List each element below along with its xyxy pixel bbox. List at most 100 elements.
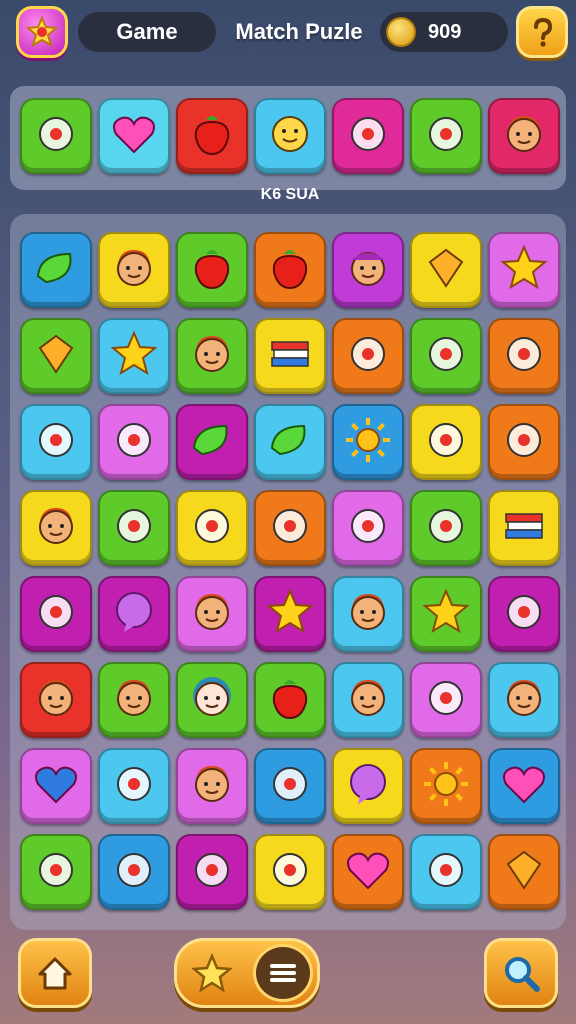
board-tile[interactable]: [176, 748, 248, 824]
game-board: [10, 214, 566, 930]
board-tile[interactable]: [488, 834, 560, 910]
temple-icon: [498, 586, 550, 643]
board-tile[interactable]: [332, 576, 404, 652]
board-tile[interactable]: [20, 232, 92, 308]
board-tile[interactable]: [98, 232, 170, 308]
board-tile[interactable]: [176, 490, 248, 566]
board-tile[interactable]: [410, 576, 482, 652]
coin-counter: 909: [380, 12, 508, 52]
board-tile[interactable]: [332, 662, 404, 738]
menu-button[interactable]: [253, 944, 313, 1002]
target-tile[interactable]: [20, 98, 92, 174]
board-tile[interactable]: [98, 834, 170, 910]
target-tile[interactable]: [176, 98, 248, 174]
target-tile[interactable]: [98, 98, 170, 174]
board-tile[interactable]: [410, 490, 482, 566]
face-hair-icon: [186, 672, 238, 729]
board-tile[interactable]: [410, 318, 482, 394]
board-tile[interactable]: [176, 232, 248, 308]
board-tile[interactable]: [98, 318, 170, 394]
cake-icon: [108, 844, 160, 901]
smiley-icon: [264, 108, 316, 165]
apple-icon: [264, 672, 316, 729]
board-tile[interactable]: [332, 404, 404, 480]
strip-label: K6 SUA: [260, 186, 320, 203]
board-tile[interactable]: [332, 748, 404, 824]
ribbon-icon: [420, 108, 472, 165]
board-tile[interactable]: [254, 834, 326, 910]
board-tile[interactable]: [20, 834, 92, 910]
board-tile[interactable]: [332, 318, 404, 394]
target-tile[interactable]: [488, 98, 560, 174]
sun-icon: [342, 414, 394, 471]
board-tile[interactable]: [488, 748, 560, 824]
board-tile[interactable]: [254, 748, 326, 824]
profile-button[interactable]: [16, 6, 68, 58]
board-tile[interactable]: [98, 662, 170, 738]
board-tile[interactable]: [98, 576, 170, 652]
board-tile[interactable]: [20, 662, 92, 738]
face-icon: [30, 500, 82, 557]
board-tile[interactable]: [488, 576, 560, 652]
page-title: Match Puzle: [235, 19, 363, 44]
board-tile[interactable]: [98, 404, 170, 480]
board-tile[interactable]: [254, 404, 326, 480]
search-button[interactable]: [484, 938, 558, 1008]
home-button[interactable]: [18, 938, 92, 1008]
face-icon: [498, 672, 550, 729]
board-tile[interactable]: [410, 232, 482, 308]
board-tile[interactable]: [254, 662, 326, 738]
board-tile[interactable]: [488, 232, 560, 308]
help-button[interactable]: [516, 6, 568, 58]
board-tile[interactable]: [410, 404, 482, 480]
board-tile[interactable]: [254, 232, 326, 308]
board-tile[interactable]: [98, 490, 170, 566]
face-icon: [186, 586, 238, 643]
star-badge-icon: [25, 15, 59, 48]
board-tile[interactable]: [332, 490, 404, 566]
sun-icon: [420, 758, 472, 815]
board-tile[interactable]: [176, 576, 248, 652]
board-tile[interactable]: [488, 318, 560, 394]
heart-icon: [342, 844, 394, 901]
board-tile[interactable]: [410, 662, 482, 738]
face-icon: [108, 672, 160, 729]
board-tile[interactable]: [332, 834, 404, 910]
board-tile[interactable]: [176, 404, 248, 480]
search-icon: [505, 957, 540, 992]
face-icon: [498, 108, 550, 165]
leaf-ball-icon: [264, 414, 316, 471]
menu-icon: [270, 964, 296, 982]
board-tile[interactable]: [176, 662, 248, 738]
heart-sprout-icon: [498, 414, 550, 471]
star-button[interactable]: [185, 947, 239, 999]
board-tile[interactable]: [488, 404, 560, 480]
board-tile[interactable]: [488, 490, 560, 566]
plant-icon: [186, 414, 238, 471]
game-label: Game: [78, 12, 216, 52]
target-tile[interactable]: [254, 98, 326, 174]
board-tile[interactable]: [20, 490, 92, 566]
milk-character-icon: [30, 108, 82, 165]
target-tile[interactable]: [410, 98, 482, 174]
board-tile[interactable]: [488, 662, 560, 738]
board-tile[interactable]: [410, 748, 482, 824]
bubble-icon: [342, 758, 394, 815]
board-tile[interactable]: [20, 748, 92, 824]
bubble-icon: [108, 586, 160, 643]
board-tile[interactable]: [176, 834, 248, 910]
target-tile[interactable]: [332, 98, 404, 174]
banana-icon: [264, 500, 316, 557]
board-tile[interactable]: [410, 834, 482, 910]
board-tile[interactable]: [20, 576, 92, 652]
board-tile[interactable]: [20, 404, 92, 480]
board-tile[interactable]: [20, 318, 92, 394]
lemon-icon: [420, 500, 472, 557]
board-tile[interactable]: [176, 318, 248, 394]
board-tile[interactable]: [98, 748, 170, 824]
books-icon: [498, 500, 550, 557]
board-tile[interactable]: [254, 576, 326, 652]
board-tile[interactable]: [254, 318, 326, 394]
board-tile[interactable]: [332, 232, 404, 308]
board-tile[interactable]: [254, 490, 326, 566]
